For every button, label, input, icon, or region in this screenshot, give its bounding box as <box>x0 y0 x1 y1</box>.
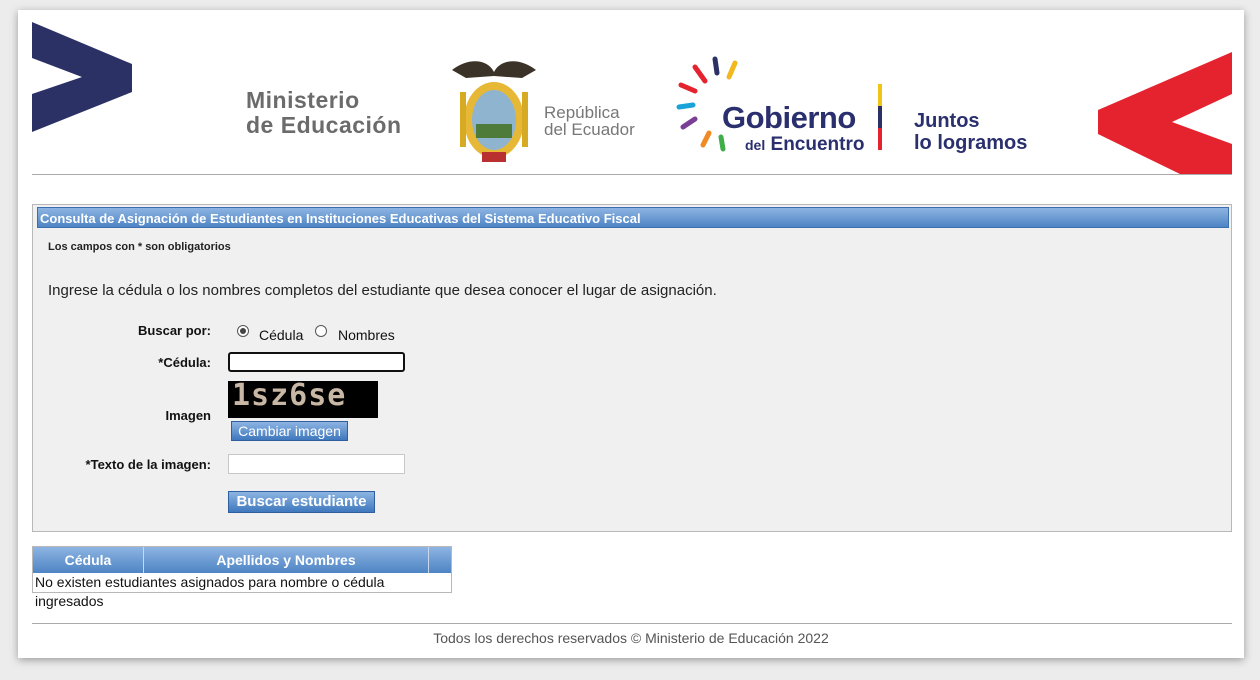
radio-nombres[interactable] <box>315 325 327 337</box>
slogan-text: Juntos lo logramos <box>914 110 1028 154</box>
coat-of-arms-icon <box>452 61 536 162</box>
empty-results-message: No existen estudiantes asignados para no… <box>33 573 451 609</box>
gobierno-logo-subtitle: del Encuentro <box>745 134 865 155</box>
required-fields-note: Los campos con * son obligatorios <box>48 241 231 253</box>
footer-divider <box>32 623 1232 624</box>
captcha-input[interactable] <box>228 454 405 474</box>
instructions-text: Ingrese la cédula o los nombres completo… <box>48 282 717 299</box>
radio-cedula[interactable] <box>237 325 249 337</box>
captcha-image: 1sz6se <box>228 381 378 418</box>
change-image-button[interactable]: Cambiar imagen <box>231 421 348 441</box>
left-chevron-shape <box>32 22 132 132</box>
column-header-extra <box>429 547 451 573</box>
search-by-label: Buscar por: <box>138 323 211 338</box>
radio-nombres-label[interactable]: Nombres <box>338 327 395 343</box>
republic-logo-text: República del Ecuador <box>544 103 635 139</box>
right-chevron-shape <box>1098 52 1232 174</box>
cedula-label: *Cédula: <box>158 355 211 370</box>
footer-text: Todos los derechos reservados © Minister… <box>433 630 829 646</box>
radio-cedula-label[interactable]: Cédula <box>259 327 303 343</box>
captcha-input-label: *Texto de la imagen: <box>85 457 211 472</box>
column-header-nombres: Apellidos y Nombres <box>144 547 429 573</box>
banner-graphics <box>32 22 1232 174</box>
header-divider <box>32 174 1232 175</box>
panel-title: Consulta de Asignación de Estudiantes en… <box>37 207 1229 228</box>
image-label: Imagen <box>165 408 211 423</box>
cedula-input[interactable] <box>228 352 405 372</box>
gobierno-logo-title: Gobierno <box>722 100 856 135</box>
column-header-cedula: Cédula <box>33 547 144 573</box>
search-student-button[interactable]: Buscar estudiante <box>228 491 375 513</box>
table-header-row: Cédula Apellidos y Nombres <box>33 547 451 573</box>
search-form-panel: Consulta de Asignación de Estudiantes en… <box>32 204 1232 532</box>
page-container: Ministerio de Educación República del Ec… <box>18 10 1244 658</box>
header-banner: Ministerio de Educación República del Ec… <box>32 22 1232 174</box>
results-table: Cédula Apellidos y Nombres No existen es… <box>32 546 452 609</box>
ministry-logo-text: Ministerio de Educación <box>246 87 402 138</box>
